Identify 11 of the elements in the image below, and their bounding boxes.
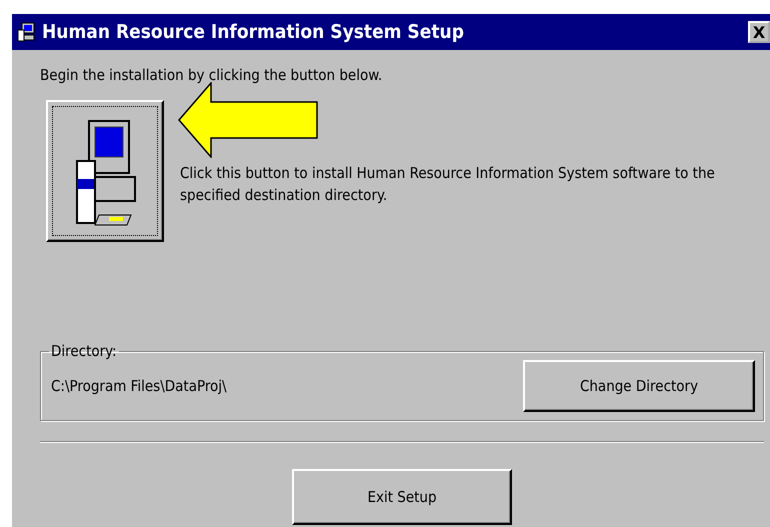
- install-button[interactable]: [46, 100, 164, 242]
- exit-setup-button[interactable]: Exit Setup: [292, 469, 512, 525]
- arrow-icon: [178, 82, 320, 158]
- window-title: Human Resource Information System Setup: [42, 21, 465, 43]
- close-button[interactable]: X: [748, 21, 770, 43]
- change-directory-button[interactable]: Change Directory: [523, 360, 755, 412]
- intro-text: Begin the installation by clicking the button below.: [40, 66, 384, 84]
- computer-icon: [16, 22, 36, 42]
- install-description: Click this button to install Human Resource Information System software to the specified destination directory.: [180, 163, 716, 206]
- directory-label: Directory:: [50, 342, 118, 360]
- directory-path: C:\Program Files\DataProj\: [51, 377, 227, 395]
